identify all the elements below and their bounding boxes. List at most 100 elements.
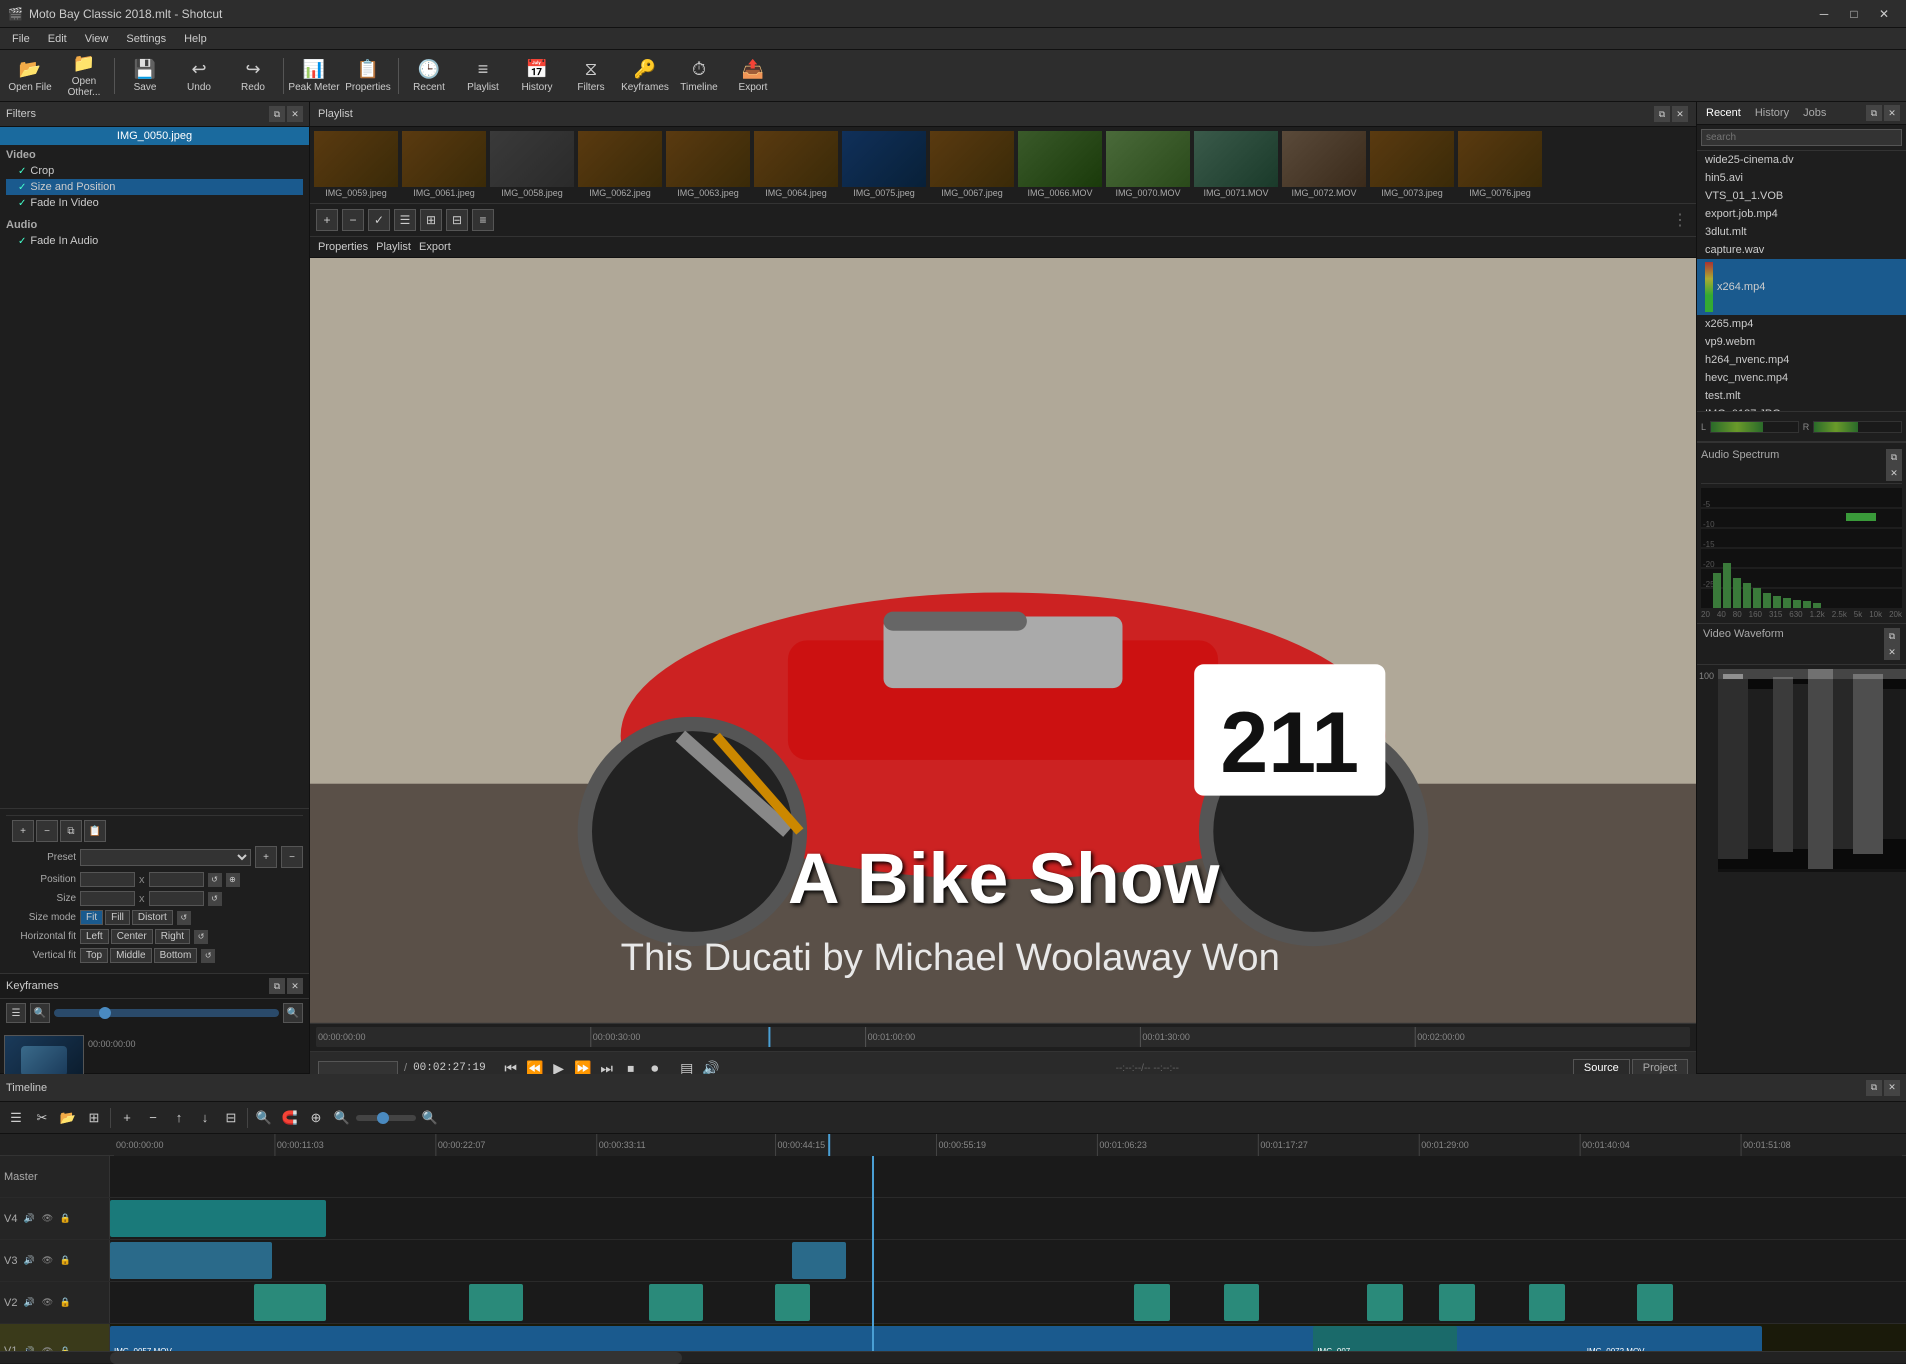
timeline-close[interactable]: ✕	[1884, 1080, 1900, 1096]
tl-zoom-slider[interactable]	[356, 1115, 416, 1121]
tl-zoom-in[interactable]: 🔍	[418, 1106, 442, 1130]
menu-view[interactable]: View	[77, 31, 117, 47]
v3-lock-button[interactable]: 🔒	[57, 1253, 73, 1269]
tl-razor-button[interactable]: ✂	[30, 1106, 54, 1130]
vert-fit-middle[interactable]: Middle	[110, 948, 151, 963]
v2-clip-9[interactable]	[1529, 1284, 1565, 1321]
search-input[interactable]	[1701, 129, 1902, 146]
v4-clip[interactable]	[110, 1200, 326, 1237]
remove-filter-button[interactable]: −	[36, 820, 58, 842]
filters-close-button[interactable]: ✕	[287, 106, 303, 122]
v3-eye-button[interactable]: 👁	[39, 1253, 55, 1269]
horiz-fit-center[interactable]: Center	[111, 929, 153, 944]
playlist-item[interactable]: IMG_0064.jpeg	[754, 131, 838, 199]
v2-clip-10[interactable]	[1637, 1284, 1673, 1321]
position-extra-button[interactable]: ⊕	[226, 873, 240, 887]
copy-filter-button[interactable]: ⧉	[60, 820, 82, 842]
playlist-item[interactable]: IMG_0063.jpeg	[666, 131, 750, 199]
audi-float[interactable]: ⧉	[1866, 105, 1882, 121]
v4-lock-button[interactable]: 🔒	[57, 1211, 73, 1227]
tl-open-button[interactable]: 📂	[56, 1106, 80, 1130]
playlist-grid-view[interactable]: ⊞	[420, 209, 442, 231]
preset-add-button[interactable]: +	[255, 846, 277, 868]
keyframes-close[interactable]: ✕	[287, 978, 303, 994]
redo-button[interactable]: ↪ Redo	[227, 53, 279, 99]
v1-clip-2[interactable]: IMG_007...	[1313, 1326, 1457, 1351]
size-mode-fill[interactable]: Fill	[105, 910, 130, 925]
keyframes-button[interactable]: 🔑 Keyframes	[619, 53, 671, 99]
recent-item[interactable]: x264.mp4	[1697, 259, 1906, 315]
timeline-scrollbar[interactable]	[0, 1351, 1906, 1363]
spectrum-float[interactable]: ⧉	[1886, 449, 1902, 465]
tl-zoom-out[interactable]: 🔍	[330, 1106, 354, 1130]
close-button[interactable]: ✕	[1870, 4, 1898, 24]
v2-clip-8[interactable]	[1439, 1284, 1475, 1321]
v2-clip-1[interactable]	[254, 1284, 326, 1321]
playlist-button[interactable]: ≡ Playlist	[457, 53, 509, 99]
recent-tab[interactable]: Recent	[1703, 106, 1744, 120]
filter-crop[interactable]: ✓ Crop	[6, 163, 303, 179]
tl-snap-button[interactable]: 🧲	[278, 1106, 302, 1130]
v2-clip-5[interactable]	[1134, 1284, 1170, 1321]
tl-overwrite-button[interactable]: ↓	[193, 1106, 217, 1130]
tl-split-button[interactable]: ⊟	[219, 1106, 243, 1130]
playlist-tab-export[interactable]: Export	[419, 241, 451, 253]
playlist-item[interactable]: IMG_0058.jpeg	[490, 131, 574, 199]
recent-item[interactable]: wide25-cinema.dv	[1697, 151, 1906, 169]
menu-file[interactable]: File	[4, 31, 38, 47]
filter-size-position[interactable]: ✓ Size and Position	[6, 179, 303, 195]
tl-lift-button[interactable]: ↑	[167, 1106, 191, 1130]
recent-button[interactable]: 🕒 Recent	[403, 53, 455, 99]
playlist-float[interactable]: ⧉	[1654, 106, 1670, 122]
playlist-item[interactable]: IMG_0062.jpeg	[578, 131, 662, 199]
v2-eye-button[interactable]: 👁	[39, 1295, 55, 1311]
playlist-item[interactable]: IMG_0070.MOV	[1106, 131, 1190, 199]
horiz-fit-reset[interactable]: ↺	[194, 930, 208, 944]
recent-item[interactable]: hin5.avi	[1697, 169, 1906, 187]
position-reset-button[interactable]: ↺	[208, 873, 222, 887]
size-reset-button[interactable]: ↺	[208, 892, 222, 906]
playlist-item[interactable]: IMG_0076.jpeg	[1458, 131, 1542, 199]
playlist-item[interactable]: IMG_0059.jpeg	[314, 131, 398, 199]
recent-item[interactable]: export.job.mp4	[1697, 205, 1906, 223]
vert-fit-top[interactable]: Top	[80, 948, 108, 963]
preview-ruler-marks[interactable]: 00:00:00:00 00:00:30:00 00:01:00:00 00:0…	[316, 1027, 1690, 1047]
timeline-button[interactable]: ⏱ Timeline	[673, 53, 725, 99]
tl-layers-button[interactable]: ⊞	[82, 1106, 106, 1130]
v4-audio-button[interactable]: 🔊	[21, 1211, 37, 1227]
v3-clip-1[interactable]	[110, 1242, 272, 1279]
v2-clip-6[interactable]	[1224, 1284, 1260, 1321]
tl-menu-button[interactable]: ☰	[4, 1106, 28, 1130]
undo-button[interactable]: ↩ Undo	[173, 53, 225, 99]
maximize-button[interactable]: □	[1840, 4, 1868, 24]
vert-fit-reset[interactable]: ↺	[201, 949, 215, 963]
recent-item[interactable]: h264_nvenc.mp4	[1697, 351, 1906, 369]
recent-item[interactable]: capture.wav	[1697, 241, 1906, 259]
jobs-tab[interactable]: Jobs	[1800, 106, 1829, 120]
playlist-tab-playlist[interactable]: Playlist	[376, 241, 411, 253]
keyframes-float[interactable]: ⧉	[269, 978, 285, 994]
open-file-button[interactable]: 📂 Open File	[4, 53, 56, 99]
playlist-close[interactable]: ✕	[1672, 106, 1688, 122]
v1-eye-button[interactable]: 👁	[39, 1343, 55, 1351]
v2-clip-7[interactable]	[1367, 1284, 1403, 1321]
recent-item[interactable]: vp9.webm	[1697, 333, 1906, 351]
playlist-check-button[interactable]: ✓	[368, 209, 390, 231]
history-button[interactable]: 📅 History	[511, 53, 563, 99]
v3-audio-button[interactable]: 🔊	[21, 1253, 37, 1269]
tl-add-button[interactable]: +	[115, 1106, 139, 1130]
playlist-item[interactable]: IMG_0071.MOV	[1194, 131, 1278, 199]
history-tab[interactable]: History	[1752, 106, 1792, 120]
kf-menu-button[interactable]: ☰	[6, 1003, 26, 1023]
playlist-remove-button[interactable]: −	[342, 209, 364, 231]
filters-float-button[interactable]: ⧉	[269, 106, 285, 122]
horiz-fit-right[interactable]: Right	[155, 929, 190, 944]
playlist-item[interactable]: IMG_0072.MOV	[1282, 131, 1366, 199]
minimize-button[interactable]: ─	[1810, 4, 1838, 24]
timeline-float[interactable]: ⧉	[1866, 1080, 1882, 1096]
tl-ripple-toggle[interactable]: ⊕	[304, 1106, 328, 1130]
v3-clip-2[interactable]	[792, 1242, 846, 1279]
v1-clip-3[interactable]: IMG_0072.MOV	[1583, 1326, 1763, 1351]
save-button[interactable]: 💾 Save	[119, 53, 171, 99]
tl-ripple-button[interactable]: −	[141, 1106, 165, 1130]
